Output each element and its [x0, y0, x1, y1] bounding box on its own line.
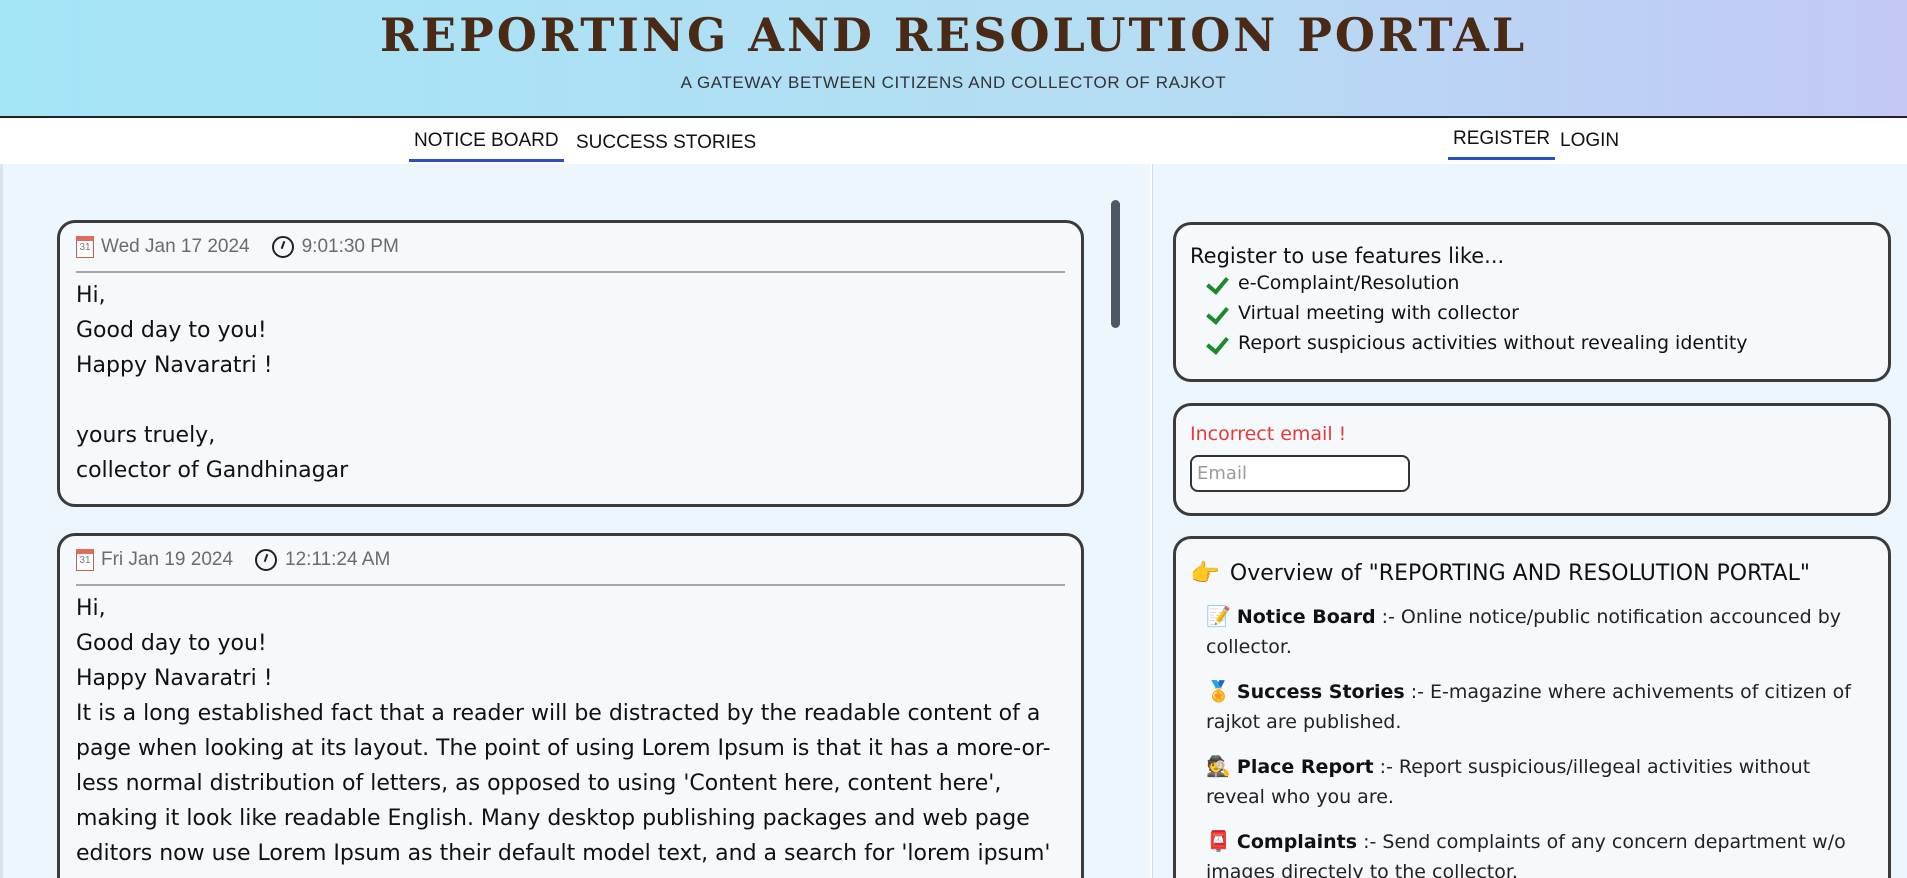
- notice-time: 9:01:30 PM: [301, 236, 399, 257]
- overview-card: 👉 Overview of "REPORTING AND RESOLUTION …: [1173, 536, 1891, 878]
- clock-icon: [255, 549, 278, 571]
- feature-label: Report suspicious activities without rev…: [1238, 332, 1748, 354]
- overview-item-name: Notice Board: [1236, 606, 1376, 628]
- overview-item: 🏅 Success Stories :- E-magazine where ach…: [1190, 676, 1874, 737]
- notice-card: 31 Wed Jan 17 2024 9:01:30 PM Hi, Good d…: [57, 220, 1084, 507]
- notice-card: 31 Fri Jan 19 2024 12:11:24 AM Hi, Good …: [57, 533, 1084, 878]
- feature-label: e-Complaint/Resolution: [1238, 272, 1460, 294]
- check-icon: [1206, 333, 1230, 353]
- calendar-icon: 31: [76, 236, 94, 258]
- overview-item: 🕵 Place Report :- Report suspicious/illeg…: [1190, 751, 1874, 812]
- features-card: Register to use features like... e-Compl…: [1173, 222, 1891, 382]
- feature-item: Report suspicious activities without rev…: [1190, 328, 1874, 358]
- tab-notice-board[interactable]: NOTICE BOARD: [409, 120, 564, 162]
- overview-item-name: Complaints: [1236, 831, 1358, 853]
- clock-icon: [271, 236, 294, 258]
- medal-icon: 🏅: [1206, 679, 1231, 703]
- check-icon: [1206, 303, 1230, 323]
- feature-label: Virtual meeting with collector: [1238, 302, 1519, 324]
- nav-bar: NOTICE BOARD SUCCESS STORIES REGISTER LO…: [0, 120, 1907, 164]
- tab-login[interactable]: LOGIN: [1555, 120, 1624, 162]
- overview-item-name: Success Stories: [1236, 681, 1405, 703]
- check-icon: [1206, 273, 1230, 293]
- register-pane: Register to use features like... e-Compl…: [1152, 164, 1907, 878]
- overview-item: 📮 Complaints :- Send complaints of any co…: [1190, 826, 1874, 878]
- page-subtitle: A GATEWAY BETWEEN CITIZENS AND COLLECTOR…: [680, 73, 1227, 92]
- notice-body: Hi, Good day to you! Happy Navaratri ! y…: [76, 283, 349, 483]
- overview-title-text: Overview of "REPORTING AND RESOLUTION PO…: [1229, 560, 1810, 586]
- feature-item: e-Complaint/Resolution: [1190, 268, 1874, 298]
- notice-body: Hi, Good day to you! Happy Navaratri ! I…: [76, 596, 1051, 878]
- memo-icon: 📝: [1206, 604, 1231, 628]
- email-card: Incorrect email !: [1173, 403, 1891, 516]
- tab-success-stories[interactable]: SUCCESS STORIES: [571, 122, 761, 164]
- pointing-hand-icon: 👉: [1190, 559, 1220, 587]
- notice-date: Wed Jan 17 2024: [101, 236, 250, 257]
- notice-meta: 31 Fri Jan 19 2024 12:11:24 AM: [76, 536, 1065, 586]
- email-error: Incorrect email !: [1190, 423, 1347, 445]
- header-banner: REPORTING AND RESOLUTION PORTAL A GATEWA…: [0, 0, 1907, 118]
- overview-item: 📝 Notice Board :- Online notice/public no…: [1190, 601, 1874, 662]
- feature-item: Virtual meeting with collector: [1190, 298, 1874, 328]
- mailbox-icon: 📮: [1206, 829, 1231, 853]
- page-title: REPORTING AND RESOLUTION PORTAL: [379, 8, 1528, 62]
- features-title: Register to use features like...: [1190, 244, 1505, 268]
- notice-date: Fri Jan 19 2024: [101, 549, 234, 570]
- calendar-icon: 31: [76, 549, 94, 571]
- tab-register[interactable]: REGISTER: [1448, 118, 1556, 160]
- overview-item-name: Place Report: [1236, 756, 1374, 778]
- email-field[interactable]: [1190, 455, 1410, 492]
- notice-time: 12:11:24 AM: [285, 549, 391, 570]
- overview-title: 👉 Overview of "REPORTING AND RESOLUTION …: [1190, 559, 1874, 587]
- detective-icon: 🕵: [1206, 754, 1231, 778]
- notice-meta: 31 Wed Jan 17 2024 9:01:30 PM: [76, 223, 1065, 273]
- notice-scrollbar[interactable]: [1111, 200, 1120, 328]
